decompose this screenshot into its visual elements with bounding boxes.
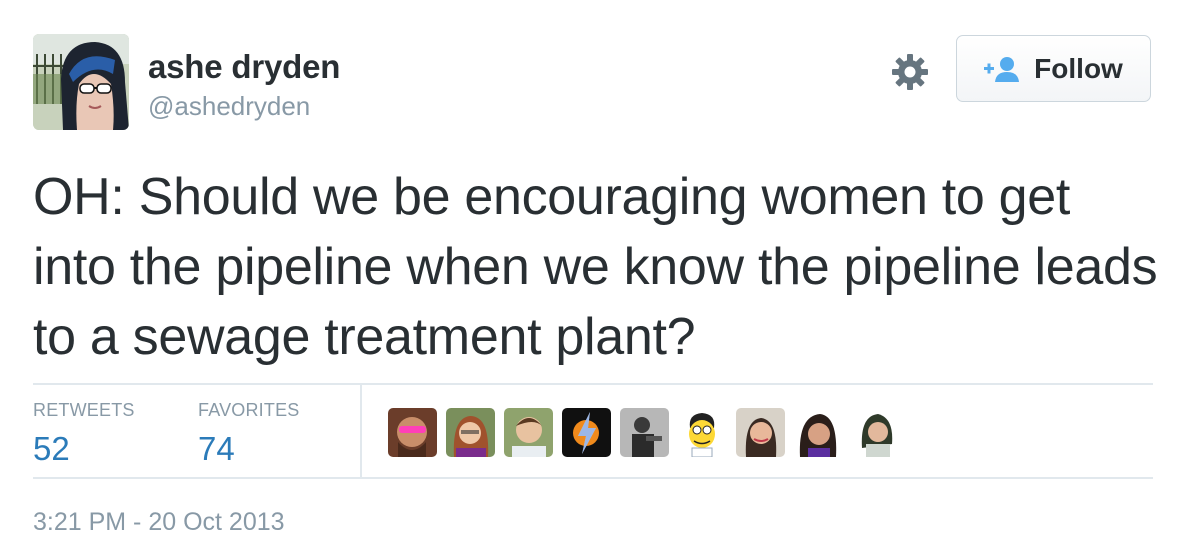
favoriter-avatar[interactable] [504,408,553,457]
retweets-stat[interactable]: RETWEETS 52 [33,400,135,468]
avatar-image [33,34,129,130]
add-user-icon [984,56,1020,82]
follow-label: Follow [1034,52,1123,84]
favoriter-avatar[interactable] [620,408,669,457]
author-name[interactable]: ashe dryden [148,48,340,86]
author-handle[interactable]: @ashedryden [148,91,310,122]
favoriter-avatar[interactable] [562,408,611,457]
author-avatar[interactable] [33,34,129,130]
favoriter-avatar[interactable] [446,408,495,457]
stats-vertical-divider [360,385,362,477]
favorites-label: FAVORITES [198,400,300,420]
favoriter-avatar[interactable] [794,408,843,457]
stats-top-divider [33,383,1153,385]
retweets-label: RETWEETS [33,400,135,420]
gear-icon[interactable] [890,52,930,92]
tweet-text: OH: Should we be encouraging women to ge… [33,168,1158,366]
follow-button[interactable]: Follow [956,35,1151,102]
favoriter-avatar[interactable] [388,408,437,457]
tweet-timestamp[interactable]: 3:21 PM - 20 Oct 2013 [33,508,285,537]
favorites-count: 74 [198,430,235,467]
favoriter-avatars [388,408,901,457]
favoriter-avatar[interactable] [678,408,727,457]
favoriter-avatar[interactable] [852,408,901,457]
favorites-stat[interactable]: FAVORITES 74 [198,400,300,468]
retweets-count: 52 [33,430,70,467]
timestamp-divider [33,477,1153,479]
favoriter-avatar[interactable] [736,408,785,457]
